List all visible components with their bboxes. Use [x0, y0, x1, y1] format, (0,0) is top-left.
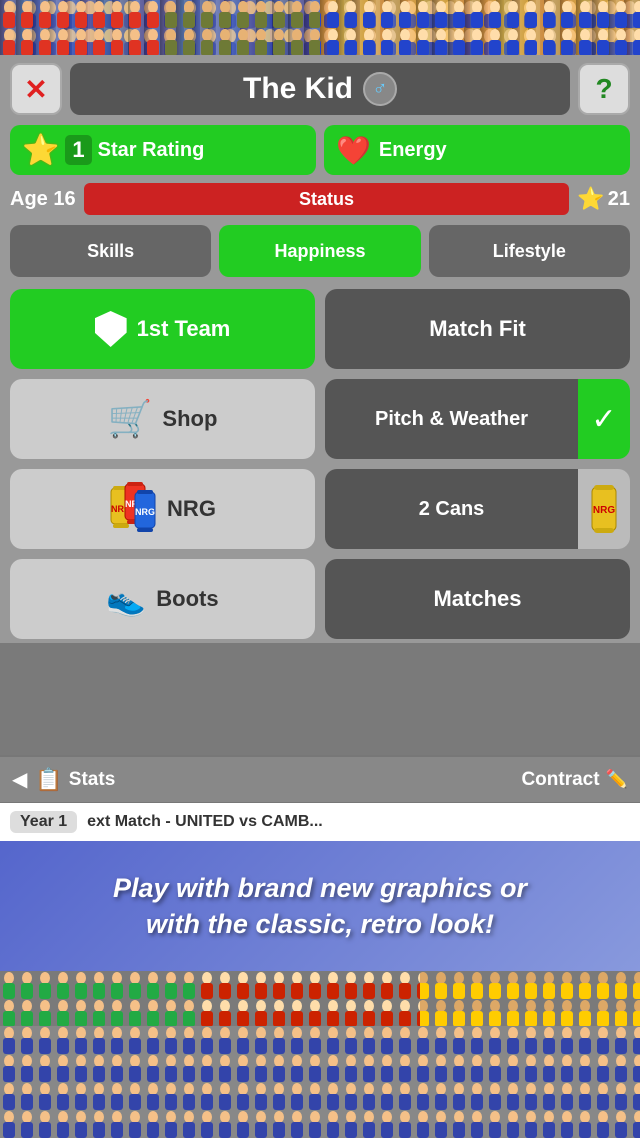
title-center: The Kid ♂: [70, 63, 570, 115]
two-cans-button[interactable]: 2 Cans: [325, 469, 578, 549]
heart-icon: ❤️: [336, 134, 371, 167]
star-number: 1: [65, 135, 91, 165]
promo-text: Play with brand new graphics or with the…: [113, 870, 527, 943]
match-text: ext Match - UNITED vs CAMB...: [87, 813, 323, 831]
shop-button[interactable]: 🛒 Shop: [10, 379, 315, 459]
coins-area: ⭐ 21: [577, 186, 630, 212]
pitch-weather-button[interactable]: Pitch & Weather: [325, 379, 578, 459]
age-label: Age 16: [10, 188, 76, 211]
lifestyle-tab[interactable]: Lifestyle: [429, 225, 630, 277]
year-badge: Year 1: [10, 811, 77, 833]
status-text: Status: [299, 189, 354, 210]
row-4: 👟 Boots Matches: [10, 559, 630, 639]
energy-label: Energy: [379, 139, 447, 162]
cans-wrapper: 2 Cans NRG: [325, 469, 630, 549]
star-rating-label: Star Rating: [98, 139, 205, 162]
age-status-row: Age 16 Status ⭐ 21: [10, 183, 630, 215]
pitch-weather-check[interactable]: ✓: [578, 379, 630, 459]
stats-row: ⭐ 1 Star Rating ❤️ Energy: [10, 125, 630, 175]
pencil-icon: ✏️: [606, 769, 628, 790]
match-fit-button[interactable]: Match Fit: [325, 289, 630, 369]
contract-nav-item[interactable]: Contract ✏️: [521, 769, 628, 791]
matches-button[interactable]: Matches: [325, 559, 630, 639]
star-rating-button[interactable]: ⭐ 1 Star Rating: [10, 125, 316, 175]
contract-nav-label: Contract: [521, 769, 599, 791]
row-1: 1st Team Match Fit: [10, 289, 630, 369]
cart-icon: 🛒: [108, 398, 153, 440]
skills-tab[interactable]: Skills: [10, 225, 211, 277]
main-panel: ✕ The Kid ♂ ? ⭐ 1 Star Rating ❤️ Energy …: [0, 55, 640, 643]
svg-text:NRG: NRG: [593, 505, 615, 516]
nrg-cans-icon: NRG NRG NRG: [109, 480, 157, 538]
nav-arrow-left[interactable]: ◀: [12, 767, 27, 792]
status-bar: Status: [84, 183, 570, 215]
row-3: NRG NRG NRG NRG 2 Cans: [10, 469, 630, 549]
buttons-grid: 1st Team Match Fit 🛒 Shop Pitch & Weathe…: [10, 289, 630, 639]
promo-banner: Play with brand new graphics or with the…: [0, 841, 640, 971]
crowd-bottom: [0, 971, 640, 1026]
stats-icon: 📋: [35, 767, 62, 793]
crowd-top: [0, 0, 640, 55]
help-button[interactable]: ?: [578, 63, 630, 115]
energy-button[interactable]: ❤️ Energy: [324, 125, 630, 175]
row-2: 🛒 Shop Pitch & Weather ✓: [10, 379, 630, 459]
boots-button[interactable]: 👟 Boots: [10, 559, 315, 639]
bottom-nav: ◀ 📋 Stats Contract ✏️: [0, 755, 640, 803]
crowd-extra-bottom: [0, 1026, 640, 1138]
player-name: The Kid: [243, 72, 353, 106]
tabs-row: Skills Happiness Lifestyle: [10, 225, 630, 277]
close-button[interactable]: ✕: [10, 63, 62, 115]
stats-nav-item[interactable]: 📋 Stats: [35, 767, 521, 793]
pitch-weather-wrapper: Pitch & Weather ✓: [325, 379, 630, 459]
shield-icon: [95, 311, 127, 347]
title-bar: ✕ The Kid ♂ ?: [10, 63, 630, 115]
first-team-button[interactable]: 1st Team: [10, 289, 315, 369]
nrg-button[interactable]: NRG NRG NRG NRG: [10, 469, 315, 549]
year-match-bar: Year 1 ext Match - UNITED vs CAMB...: [0, 803, 640, 841]
happiness-tab[interactable]: Happiness: [219, 225, 420, 277]
star-icon: ⭐: [22, 133, 59, 168]
svg-text:NRG: NRG: [135, 507, 155, 517]
stats-nav-label: Stats: [69, 769, 115, 791]
coin-count: 21: [608, 188, 630, 211]
can-image[interactable]: NRG: [578, 469, 630, 549]
boot-icon: 👟: [106, 580, 146, 618]
gender-icon: ♂: [363, 72, 397, 106]
coin-star-icon: ⭐: [577, 186, 604, 212]
